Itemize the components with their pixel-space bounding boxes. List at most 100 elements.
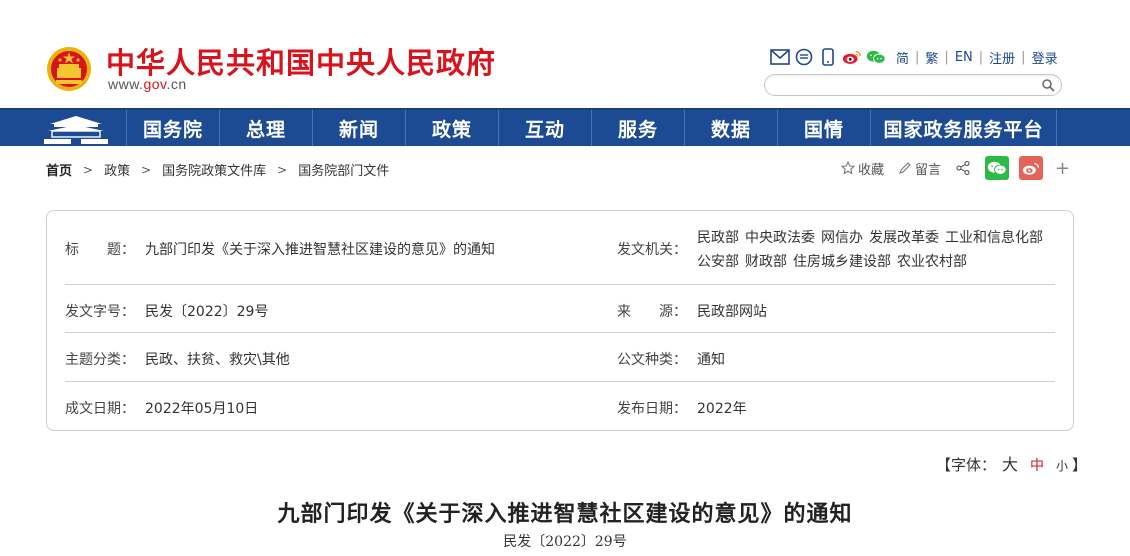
site-url[interactable]: www.gov.cn bbox=[108, 76, 187, 92]
info-row: 主题分类： 民政、扶贫、救灾\其他 公文种类： 通知 bbox=[65, 333, 1055, 382]
breadcrumb: 首页 > 政策 > 国务院政策文件库 > 国务院部门文件 bbox=[46, 160, 389, 180]
nav-item-interaction[interactable]: 互动 bbox=[498, 110, 591, 146]
link-register[interactable]: 注册 bbox=[989, 48, 1015, 67]
weibo-icon bbox=[1022, 162, 1040, 175]
mobile-icon[interactable] bbox=[818, 47, 838, 67]
font-size-large-button[interactable]: 大 bbox=[1002, 451, 1018, 475]
national-emblem-icon[interactable] bbox=[46, 46, 92, 92]
issuer-item: 公安部 bbox=[697, 254, 739, 270]
info-title-value: 九部门印发《关于深入推进智慧社区建设的意见》的通知 bbox=[145, 242, 495, 258]
chevron-right-icon: > bbox=[141, 162, 152, 177]
link-simplified[interactable]: 简 bbox=[896, 48, 909, 67]
info-publish-date: 发布日期： 2022年 bbox=[617, 398, 747, 418]
font-size-prefix: 【字体： bbox=[936, 456, 997, 474]
article-doc-number: 民发〔2022〕29号 bbox=[503, 534, 627, 550]
mail-icon[interactable] bbox=[770, 47, 790, 67]
info-row: 标 题： 九部门印发《关于深入推进智慧社区建设的意见》的通知 发文机关： 民政部中… bbox=[65, 211, 1055, 285]
font-size-suffix: 】 bbox=[1072, 456, 1088, 474]
site-url-suffix: .cn bbox=[166, 76, 187, 92]
tiananmen-home-icon[interactable] bbox=[40, 112, 112, 146]
info-label: 来 源： bbox=[617, 304, 687, 320]
share-weibo-button[interactable] bbox=[1019, 156, 1044, 180]
link-traditional[interactable]: 繁 bbox=[925, 48, 938, 67]
separator: | bbox=[1021, 50, 1026, 65]
weibo-icon[interactable] bbox=[842, 47, 862, 67]
search-input[interactable] bbox=[775, 77, 1035, 93]
info-source-value: 民政部网站 bbox=[697, 304, 767, 320]
wechat-icon bbox=[987, 161, 1007, 175]
separator: | bbox=[978, 50, 984, 65]
nav-item-premier[interactable]: 总理 bbox=[219, 110, 312, 146]
info-label: 发文机关： bbox=[617, 242, 687, 258]
nav-item-state-council[interactable]: 国务院 bbox=[126, 110, 219, 146]
issuer-item: 财政部 bbox=[745, 254, 787, 270]
info-label: 发文字号： bbox=[65, 304, 135, 320]
info-date-value: 2022年05月10日 bbox=[145, 401, 259, 417]
info-label: 主题分类： bbox=[65, 352, 135, 368]
info-topic: 主题分类： 民政、扶贫、救灾\其他 bbox=[65, 349, 290, 369]
separator: | bbox=[944, 50, 949, 65]
site-url-prefix: www. bbox=[108, 76, 144, 92]
breadcrumb-home[interactable]: 首页 bbox=[46, 160, 72, 179]
top-links: 简 | 繁 | EN | 注册 | 登录 bbox=[896, 48, 1058, 67]
info-label: 发布日期： bbox=[617, 401, 687, 417]
nav-item-news[interactable]: 新闻 bbox=[312, 110, 405, 146]
link-login[interactable]: 登录 bbox=[1032, 48, 1058, 67]
info-row: 成文日期： 2022年05月10日 发布日期： 2022年 bbox=[65, 382, 1055, 431]
issuer-item: 农业农村部 bbox=[897, 254, 967, 270]
issuer-item: 发展改革委 bbox=[869, 230, 939, 246]
nav-item-services[interactable]: 服务 bbox=[591, 110, 684, 146]
favorite-button[interactable]: 收藏 bbox=[841, 159, 884, 178]
favorite-label: 收藏 bbox=[858, 162, 885, 178]
search-box bbox=[764, 74, 1062, 96]
site-header: 中华人民共和国中央人民政府 www.gov.cn 简 | 繁 | EN | 注册 | 登… bbox=[0, 0, 1130, 108]
nav-item-policy[interactable]: 政策 bbox=[405, 110, 498, 146]
info-doc-no: 发文字号： 民发〔2022〕29号 bbox=[65, 301, 268, 321]
wechat-icon[interactable] bbox=[866, 47, 886, 67]
info-publish-date-value: 2022年 bbox=[697, 401, 747, 417]
info-label: 标 题： bbox=[65, 242, 135, 258]
info-doc-type-value: 通知 bbox=[697, 352, 725, 368]
share-button[interactable] bbox=[955, 160, 971, 176]
comment-button[interactable]: 留言 bbox=[898, 159, 941, 178]
font-size-selector: 【字体： 大 中 小 】 bbox=[936, 451, 1087, 475]
font-size-small-button[interactable]: 小 bbox=[1056, 457, 1068, 474]
nav-item-national-info[interactable]: 国情 bbox=[777, 110, 870, 146]
search-icon[interactable] bbox=[1041, 78, 1055, 92]
breadcrumb-policy[interactable]: 政策 bbox=[104, 160, 130, 179]
chevron-right-icon: > bbox=[83, 162, 94, 177]
document-info-box: 标 题： 九部门印发《关于深入推进智慧社区建设的意见》的通知 发文机关： 民政部中… bbox=[46, 210, 1074, 431]
breadcrumb-department-docs[interactable]: 国务院部门文件 bbox=[298, 160, 389, 179]
info-doc-no-value: 民发〔2022〕29号 bbox=[145, 304, 269, 320]
more-share-icon[interactable]: + bbox=[1055, 158, 1070, 179]
info-row: 发文字号： 民发〔2022〕29号 来 源： 民政部网站 bbox=[65, 285, 1055, 333]
issuer-item: 工业和信息化部 bbox=[945, 230, 1043, 246]
info-issuer: 发文机关： bbox=[617, 239, 697, 259]
info-topic-value: 民政、扶贫、救灾\其他 bbox=[145, 352, 290, 368]
comment-label: 留言 bbox=[915, 162, 942, 178]
share-wechat-button[interactable] bbox=[985, 156, 1010, 180]
top-icon-bar bbox=[770, 47, 886, 67]
nav-item-data[interactable]: 数据 bbox=[684, 110, 777, 146]
issuer-item: 民政部 bbox=[697, 230, 739, 246]
main-nav: 国务院 总理 新闻 政策 互动 服务 数据 国情 国家政务服务平台 bbox=[0, 108, 1130, 146]
article-tools: 收藏 留言 + bbox=[841, 156, 1070, 180]
chat-bubble-icon[interactable] bbox=[794, 47, 814, 67]
chevron-right-icon: > bbox=[277, 162, 288, 177]
info-date: 成文日期： 2022年05月10日 bbox=[65, 398, 258, 418]
issuer-item: 住房城乡建设部 bbox=[793, 254, 891, 270]
issuer-item: 网信办 bbox=[821, 230, 863, 246]
info-doc-type: 公文种类： 通知 bbox=[617, 349, 725, 369]
link-english[interactable]: EN bbox=[955, 50, 973, 65]
issuer-item: 中央政法委 bbox=[745, 230, 815, 246]
article-title: 九部门印发《关于深入推进智慧社区建设的意见》的通知 bbox=[277, 501, 853, 527]
share-icon bbox=[956, 160, 970, 176]
breadcrumb-policy-library[interactable]: 国务院政策文件库 bbox=[162, 160, 266, 179]
pencil-icon bbox=[899, 162, 911, 174]
site-url-highlight: gov bbox=[143, 76, 167, 92]
info-label: 成文日期： bbox=[65, 401, 135, 417]
nav-item-gov-service-platform[interactable]: 国家政务服务平台 bbox=[870, 110, 1057, 146]
separator: | bbox=[915, 50, 920, 65]
font-size-medium-button[interactable]: 中 bbox=[1030, 455, 1044, 475]
issuer-list: 民政部 中央政法委 网信办 发展改革委 工业和信息化部公安部 财政部 住房城乡建设部 农业农村… bbox=[697, 226, 1057, 274]
